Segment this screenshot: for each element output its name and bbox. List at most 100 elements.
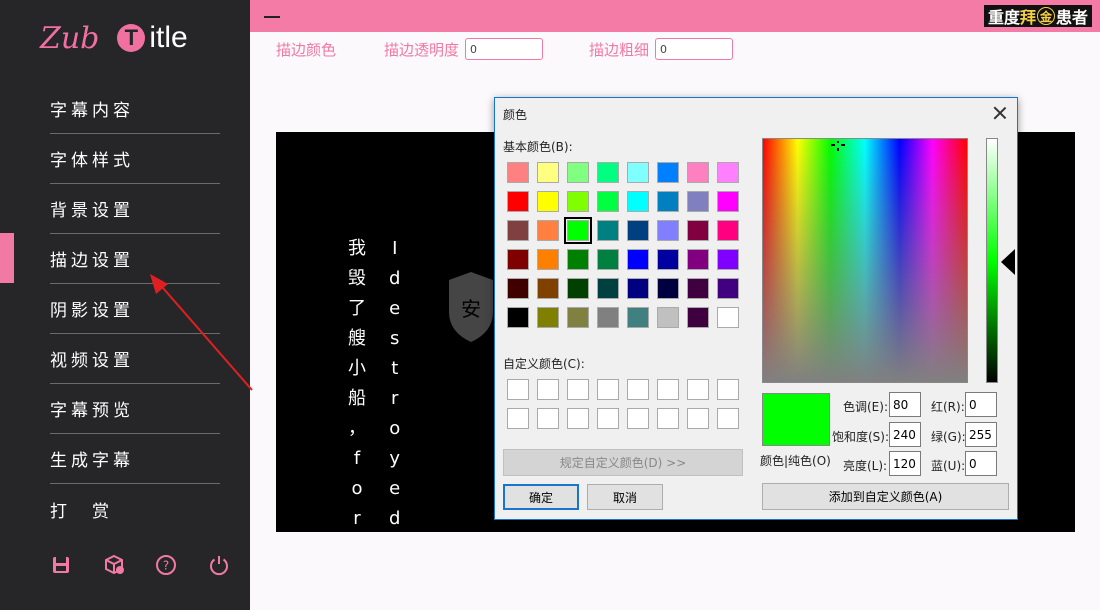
custom-swatch[interactable] [627,379,649,400]
basic-color-swatch[interactable] [567,162,589,183]
preview-char: e [389,478,401,499]
save-icon[interactable] [50,554,72,576]
custom-swatch[interactable] [627,408,649,429]
basic-color-swatch[interactable] [537,162,559,183]
custom-swatch[interactable] [717,408,739,429]
custom-swatch[interactable] [507,408,529,429]
basic-color-swatch[interactable] [657,162,679,183]
basic-color-swatch[interactable] [537,249,559,270]
luminance-slider[interactable] [986,138,998,383]
custom-swatch[interactable] [567,379,589,400]
basic-color-swatch[interactable] [537,307,559,328]
red-input[interactable] [965,392,997,417]
basic-color-swatch[interactable] [597,162,619,183]
basic-colors-label: 基本颜色(B): [503,140,573,154]
basic-color-swatch[interactable] [687,220,709,241]
basic-color-swatch[interactable] [507,220,529,241]
luminance-input[interactable] [889,451,921,476]
basic-color-swatch[interactable] [717,249,739,270]
ok-button[interactable]: 确定 [503,484,579,510]
custom-swatch[interactable] [507,379,529,400]
basic-color-swatch[interactable] [717,278,739,299]
basic-color-swatch[interactable] [717,162,739,183]
basic-color-swatch[interactable] [627,307,649,328]
custom-swatch[interactable] [717,379,739,400]
preview-char: r [391,388,399,409]
basic-color-swatch[interactable] [597,191,619,212]
basic-color-swatch[interactable] [537,220,559,241]
basic-color-swatch[interactable] [597,278,619,299]
basic-color-swatch[interactable] [567,278,589,299]
basic-color-swatch[interactable] [657,307,679,328]
basic-color-swatch[interactable] [567,307,589,328]
basic-color-swatch[interactable] [597,220,619,241]
basic-color-swatch[interactable] [507,307,529,328]
custom-swatch[interactable] [537,379,559,400]
basic-color-swatch[interactable] [627,162,649,183]
basic-color-swatch[interactable] [657,191,679,212]
custom-swatch[interactable] [537,408,559,429]
basic-color-swatch[interactable] [597,249,619,270]
stroke-color-label[interactable]: 描边颜色 [276,39,336,60]
basic-color-swatch[interactable] [567,249,589,270]
basic-color-swatch[interactable] [657,220,679,241]
custom-swatch[interactable] [567,408,589,429]
basic-color-swatch[interactable] [657,278,679,299]
custom-swatch[interactable] [597,408,619,429]
green-label: 绿(G): [931,430,966,444]
stroke-width-input[interactable] [655,38,734,60]
minimize-button[interactable] [262,8,282,22]
blue-label: 蓝(U): [931,459,966,473]
color-spectrum[interactable] [762,138,968,383]
custom-swatch[interactable] [687,408,709,429]
basic-color-swatch[interactable] [507,249,529,270]
sidebar-item-subtitle-content[interactable]: 字幕内容 [50,84,220,134]
blue-input[interactable] [965,451,997,476]
watermark-pre: 重度 [987,8,1020,27]
custom-swatch[interactable] [657,408,679,429]
basic-color-swatch[interactable] [537,191,559,212]
basic-color-swatch[interactable] [507,191,529,212]
add-to-custom-colors-button[interactable]: 添加到自定义颜色(A) [762,483,1009,510]
logo-rest: itle [149,21,188,54]
basic-color-swatch[interactable] [717,220,739,241]
saturation-label: 饱和度(S): [832,430,890,444]
basic-color-swatch[interactable] [507,278,529,299]
help-icon[interactable]: ? [155,554,177,576]
preview-char: I [392,238,398,259]
basic-color-swatch[interactable] [687,278,709,299]
sidebar-item-reward[interactable]: 打 赏 [50,484,220,534]
sidebar-item-font-style[interactable]: 字体样式 [50,134,220,184]
define-custom-colors-button: 规定自定义颜色(D) >> [503,449,743,476]
basic-color-swatch[interactable] [717,191,739,212]
green-input[interactable] [965,422,997,447]
basic-color-swatch[interactable] [687,162,709,183]
basic-color-swatch[interactable] [627,220,649,241]
custom-swatch[interactable] [657,379,679,400]
stroke-opacity-input[interactable] [465,38,544,60]
basic-color-swatch[interactable] [627,278,649,299]
custom-swatch[interactable] [597,379,619,400]
hue-input[interactable] [889,392,921,417]
close-icon[interactable] [989,102,1011,124]
basic-color-swatch[interactable] [507,162,529,183]
basic-color-swatch[interactable] [567,191,589,212]
basic-color-swatch[interactable] [627,249,649,270]
basic-color-swatch[interactable] [687,307,709,328]
basic-color-swatch[interactable] [687,191,709,212]
basic-color-swatch[interactable] [597,307,619,328]
basic-color-swatch[interactable] [564,217,592,244]
sidebar-item-generate[interactable]: 生成字幕 [50,434,220,484]
custom-swatch[interactable] [687,379,709,400]
saturation-input[interactable] [889,422,921,447]
basic-color-swatch[interactable] [657,249,679,270]
basic-color-swatch[interactable] [627,191,649,212]
sidebar-item-background[interactable]: 背景设置 [50,184,220,234]
basic-color-swatch[interactable] [687,249,709,270]
basic-color-swatch[interactable] [537,278,559,299]
cancel-button[interactable]: 取消 [587,484,663,510]
power-icon[interactable] [208,554,230,576]
package-icon[interactable] [103,554,125,576]
luminance-arrow-icon[interactable] [1001,249,1015,275]
basic-color-swatch[interactable] [717,307,739,328]
